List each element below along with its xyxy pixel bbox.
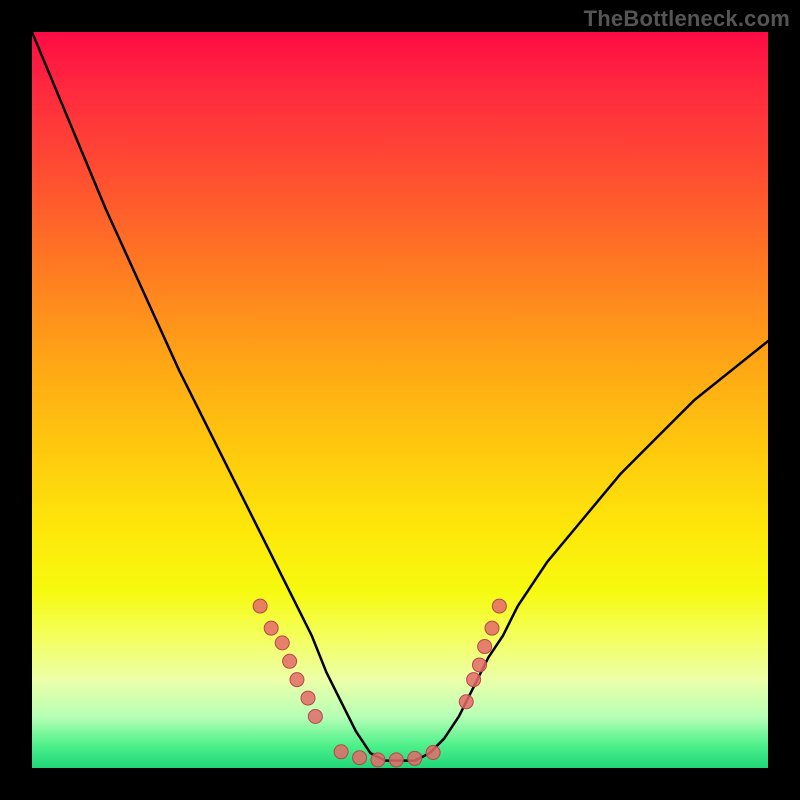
data-marker (371, 753, 385, 767)
watermark-text: TheBottleneck.com (584, 6, 790, 32)
bottleneck-curve (32, 32, 768, 761)
marker-layer (253, 599, 506, 767)
data-marker (253, 599, 267, 613)
data-marker (353, 751, 367, 765)
data-marker (478, 640, 492, 654)
data-marker (290, 673, 304, 687)
data-marker (301, 691, 315, 705)
data-marker (485, 621, 499, 635)
chart-frame: TheBottleneck.com (0, 0, 800, 800)
data-marker (308, 709, 322, 723)
data-marker (275, 636, 289, 650)
data-marker (334, 745, 348, 759)
data-marker (264, 621, 278, 635)
data-marker (408, 751, 422, 765)
data-marker (467, 673, 481, 687)
data-marker (389, 753, 403, 767)
data-marker (283, 654, 297, 668)
data-marker (426, 746, 440, 760)
plot-area (32, 32, 768, 768)
data-marker (492, 599, 506, 613)
data-marker (472, 658, 486, 672)
data-marker (459, 695, 473, 709)
chart-svg (32, 32, 768, 768)
curve-layer (32, 32, 768, 761)
